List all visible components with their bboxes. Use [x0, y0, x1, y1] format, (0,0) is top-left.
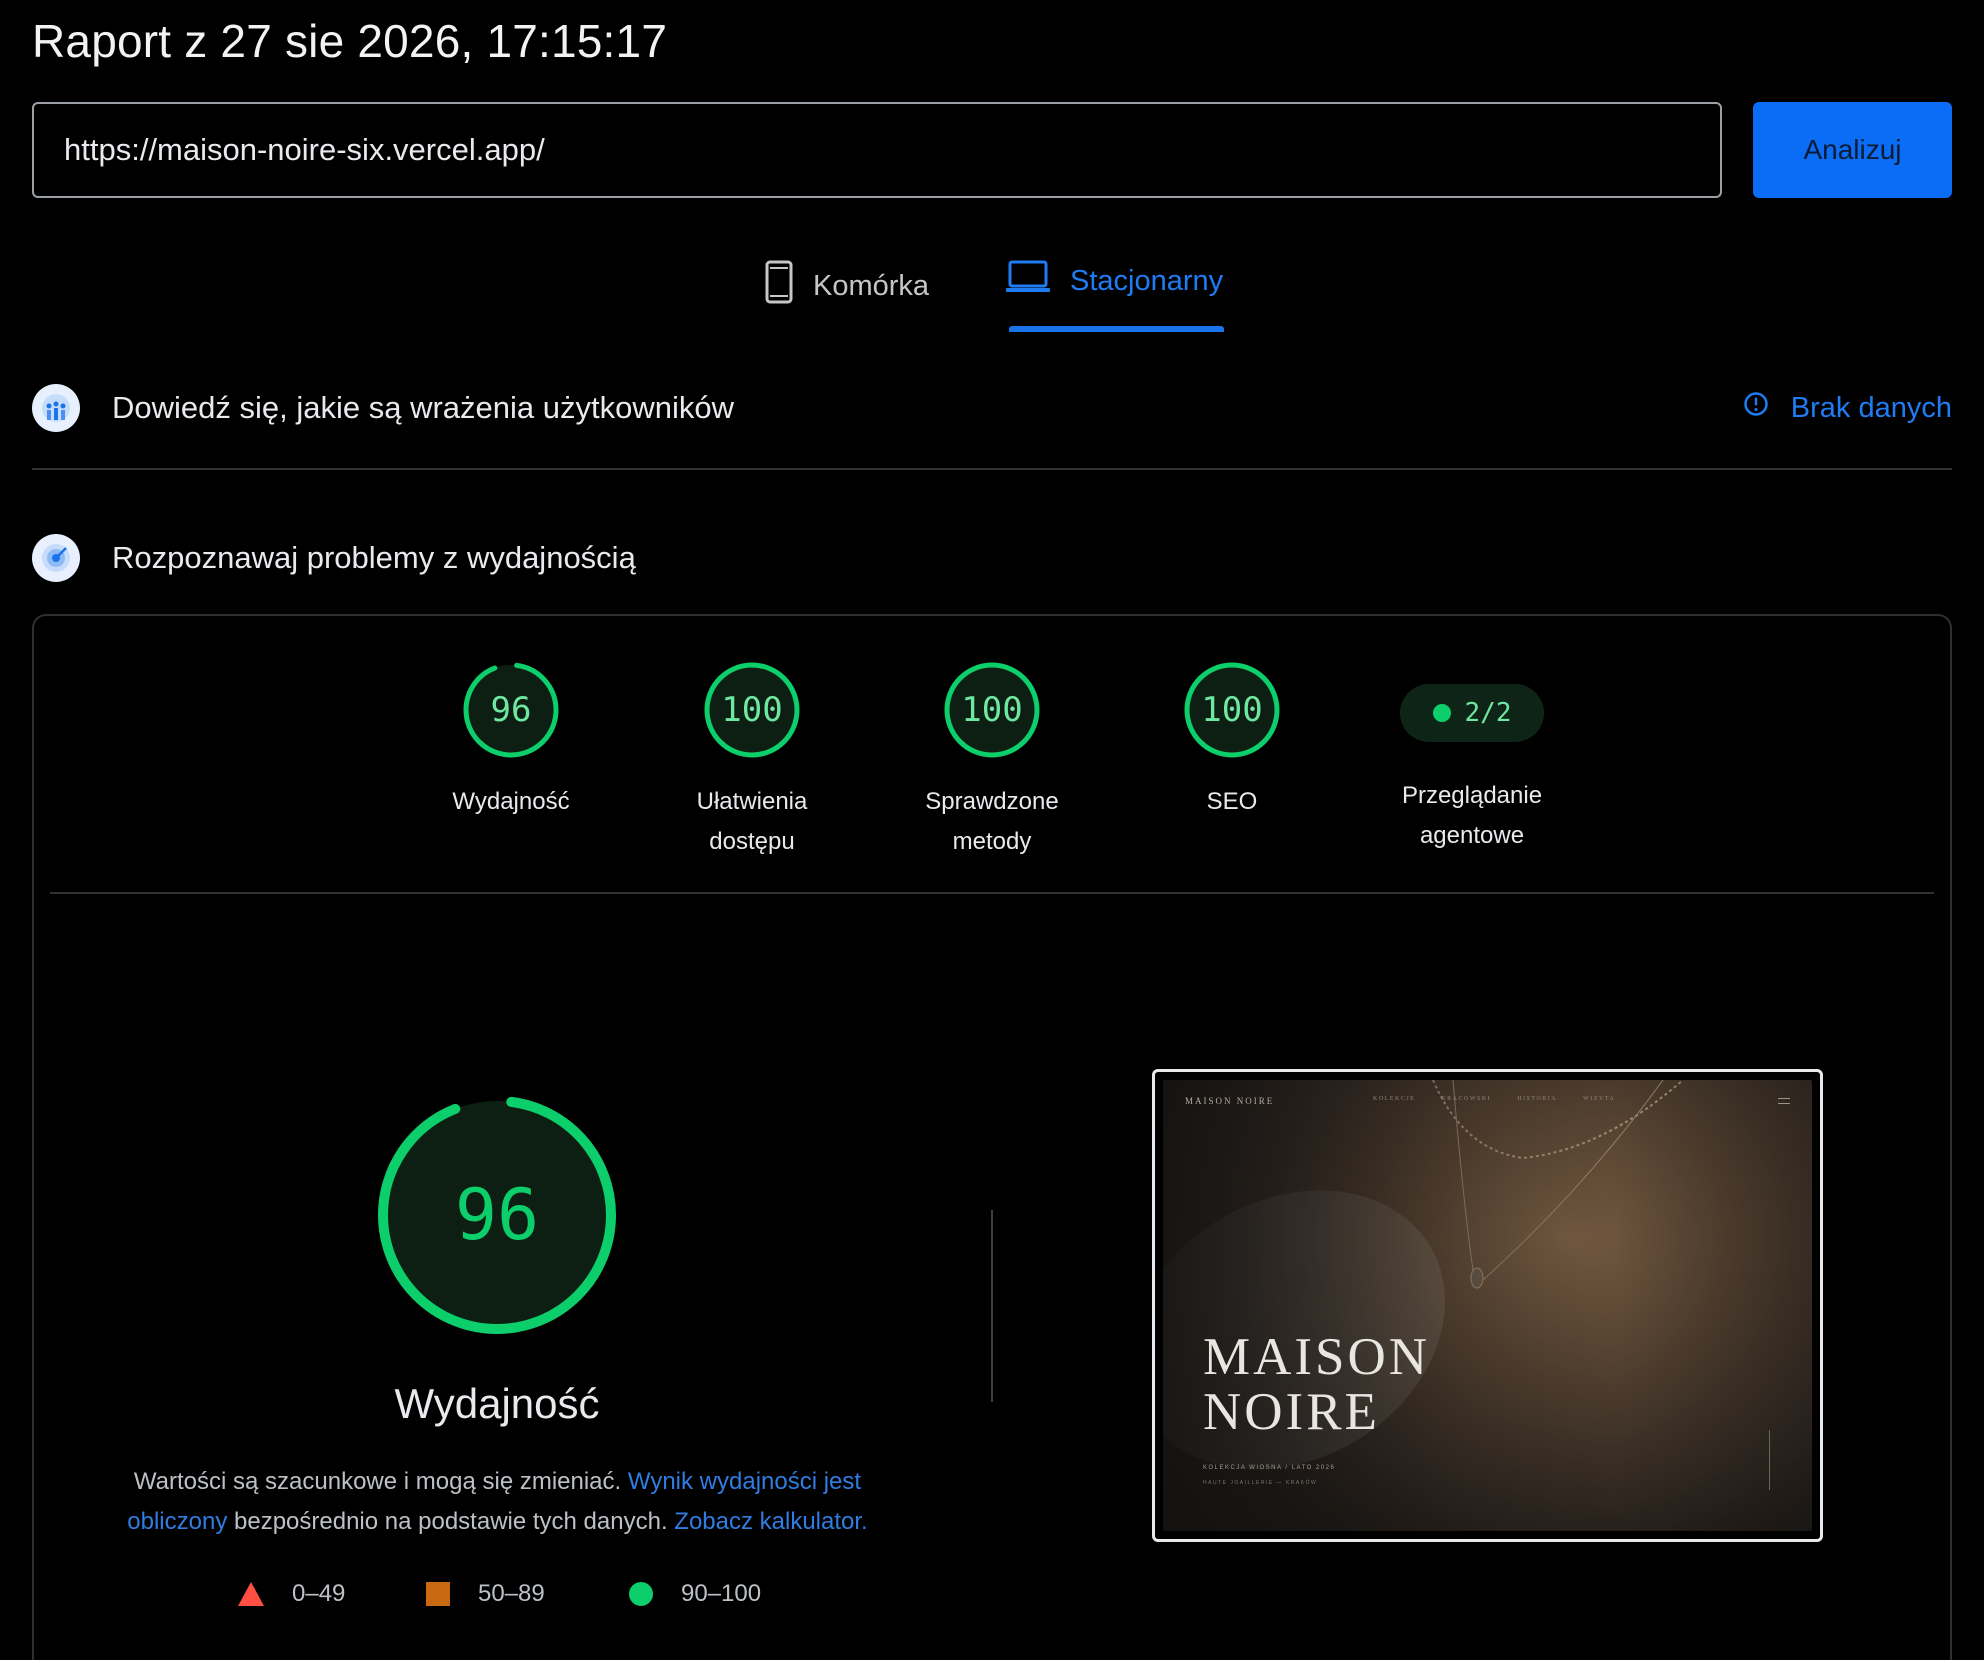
- no-data-status[interactable]: Brak danych: [1743, 378, 1952, 438]
- score-gauge-ring: 100: [944, 662, 1040, 758]
- no-data-label: Brak danych: [1790, 391, 1952, 424]
- lab-data-title: Rozpoznawaj problemy z wydajnością: [112, 540, 636, 575]
- screenshot-nav-item: KRACOWSKI: [1441, 1096, 1492, 1102]
- info-icon: [1743, 391, 1769, 425]
- screenshot-nav-item: HISTORIA: [1517, 1096, 1558, 1102]
- tab-mobile[interactable]: Komórka: [765, 260, 929, 312]
- desc-text: Wartości są szacunkowe i mogą się zmieni…: [133, 1468, 628, 1495]
- triangle-icon: [238, 1582, 264, 1606]
- brand-line: MAISON: [1203, 1328, 1431, 1386]
- calculator-link[interactable]: Zobacz kalkulator.: [674, 1508, 867, 1535]
- diagnostics-icon: [32, 534, 80, 582]
- legend-average-label: 50–89: [478, 1580, 545, 1607]
- circle-icon: [629, 1582, 653, 1606]
- analyze-button[interactable]: Analizuj: [1753, 102, 1952, 198]
- legend-pass-label: 90–100: [681, 1580, 762, 1607]
- users-icon: [32, 384, 80, 432]
- score-label: Sprawdzone metody: [925, 788, 1059, 855]
- pass-dot-icon: [1432, 704, 1451, 722]
- screenshot-brand: MAISON NOIRE: [1203, 1330, 1430, 1440]
- score-gauge-ring: 96: [463, 662, 559, 758]
- score-gauge-ring: 100: [1184, 662, 1280, 758]
- legend-fail-label: 0–49: [292, 1580, 346, 1607]
- agentic-value: 2/2: [1464, 698, 1512, 728]
- score-label: SEO: [1206, 788, 1258, 815]
- url-input-value: https://maison-noire-six.vercel.app/: [64, 132, 545, 167]
- score-value: 100: [961, 690, 1022, 730]
- active-tab-indicator: [1009, 326, 1224, 332]
- legend-fail: 0–49: [238, 1580, 345, 1608]
- score-gauge-seo[interactable]: 100 SEO: [1142, 660, 1322, 822]
- phone-icon: [765, 260, 793, 312]
- score-value: 100: [721, 690, 782, 730]
- square-icon: [426, 1582, 450, 1606]
- brand-line: NOIRE: [1203, 1383, 1380, 1441]
- performance-title: Wydajność: [394, 1380, 600, 1427]
- score-agentic-browsing[interactable]: 2/2 Przeglądanie agentowe: [1382, 660, 1562, 856]
- report-title: Raport z 27 sie 2026, 17:15:17: [32, 15, 668, 67]
- device-tabs: Komórka Stacjonarny: [0, 250, 1984, 335]
- score-label: Ułatwienia dostępu: [696, 788, 808, 855]
- scroll-line: [1769, 1430, 1770, 1490]
- score-label: Wydajność: [452, 788, 570, 815]
- vertical-divider: [991, 1210, 993, 1402]
- screenshot-overlay: [1163, 1080, 1812, 1531]
- legend-average: 50–89: [426, 1580, 545, 1608]
- score-gauge-performance[interactable]: 96 Wydajność: [421, 660, 601, 822]
- score-gauge-best-practices[interactable]: 100 Sprawdzone metody: [902, 660, 1082, 862]
- score-value: 100: [1201, 690, 1262, 730]
- performance-gauge-large: 96: [376, 1094, 618, 1341]
- divider: [32, 468, 1952, 470]
- tab-desktop[interactable]: Stacjonarny: [1006, 260, 1223, 302]
- menu-icon: [1778, 1098, 1790, 1104]
- agentic-badge: 2/2: [1400, 684, 1544, 742]
- tab-desktop-label: Stacjonarny: [1070, 264, 1224, 297]
- tab-mobile-label: Komórka: [813, 269, 930, 302]
- performance-description: Wartości są szacunkowe i mogą się zmieni…: [90, 1462, 905, 1542]
- field-data-section[interactable]: Dowiedź się, jakie są wrażenia użytkowni…: [32, 378, 1952, 438]
- screenshot-nav-item: WIZYTA: [1583, 1096, 1616, 1102]
- url-input[interactable]: https://maison-noire-six.vercel.app/: [32, 102, 1722, 198]
- legend-pass: 90–100: [629, 1580, 761, 1608]
- screenshot-subtitle: KOLEKCJA WIOSNA / LATO 2026: [1203, 1465, 1336, 1471]
- screenshot-nav: KOLEKCJE KRACOWSKI HISTORIA WIZYTA: [1373, 1096, 1615, 1102]
- laptop-icon: [1006, 260, 1050, 302]
- performance-score-value: 96: [455, 1174, 539, 1256]
- agentic-label: Przeglądanie agentowe: [1401, 782, 1543, 849]
- performance-gauge-ring: 96: [378, 1096, 616, 1334]
- page-screenshot-image: MAISON NOIRE KOLEKCJE KRACOWSKI HISTORIA…: [1163, 1080, 1812, 1531]
- score-gauge-ring: 100: [704, 662, 800, 758]
- field-data-title: Dowiedź się, jakie są wrażenia użytkowni…: [112, 390, 734, 425]
- screenshot-nav-item: KOLEKCJE: [1373, 1096, 1416, 1102]
- score-legend: 0–49 50–89 90–100: [0, 1580, 1000, 1614]
- lab-data-section: Rozpoznawaj problemy z wydajnością: [32, 528, 1952, 588]
- final-screenshot-preview[interactable]: MAISON NOIRE KOLEKCJE KRACOWSKI HISTORIA…: [1152, 1069, 1823, 1542]
- desc-text: bezpośrednio na podstawie tych danych.: [227, 1508, 675, 1535]
- divider: [50, 892, 1934, 894]
- screenshot-subtitle-2: HAUTE JOAILLERIE — KRAKÓW: [1203, 1480, 1318, 1486]
- score-value: 96: [491, 690, 532, 730]
- screenshot-logo: MAISON NOIRE: [1185, 1096, 1275, 1106]
- score-gauge-accessibility[interactable]: 100 Ułatwienia dostępu: [662, 660, 842, 862]
